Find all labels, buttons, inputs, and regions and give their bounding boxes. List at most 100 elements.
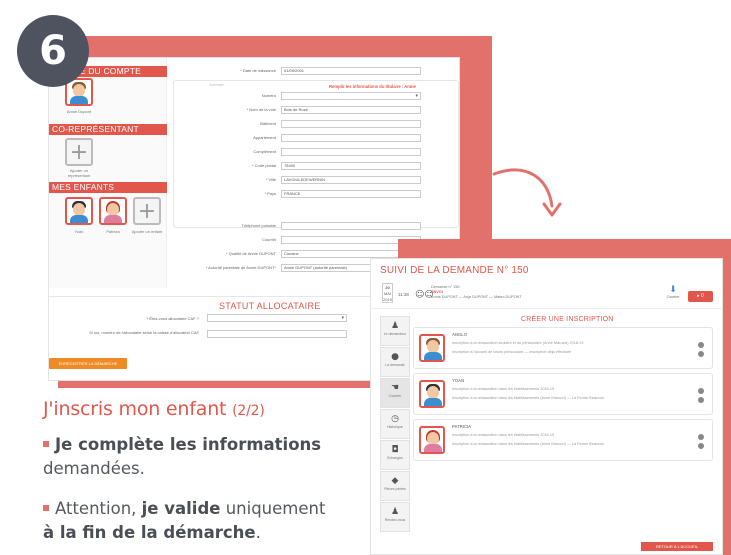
download-label: Courrier: [666, 295, 680, 299]
child-name: YOAN: [452, 378, 465, 383]
paperclip-icon: ◆: [391, 476, 399, 486]
birthdate-input[interactable]: 01/09/2001: [281, 67, 421, 75]
registration-status-dot: [698, 443, 704, 449]
tab-request[interactable]: ● La demande: [380, 347, 410, 377]
numero-select[interactable]: [281, 92, 421, 100]
avatar-body: [104, 215, 122, 223]
request-side-tabs: ♟ Le demandeur ● La demande ☚ Courrier ◷ His…: [380, 316, 410, 536]
form-row-birthdate: * Date de naissance 01/09/2001: [169, 67, 459, 75]
tab-label: Courrier: [388, 394, 402, 398]
add-child-button[interactable]: +: [133, 197, 161, 225]
section-co-representative: CO-REPRÉSENTANT: [49, 124, 167, 135]
registration-status-dot: [698, 434, 704, 440]
request-time: 11:38: [398, 292, 409, 297]
instruction-bullet-1: Je complète les informations demandées.: [43, 433, 363, 481]
tab-exchanges[interactable]: ◘ Échanges: [380, 440, 410, 470]
bullet-1-bold: Je complète les informations: [55, 435, 322, 454]
address-legend: Adresse: [209, 82, 224, 87]
avatar-body: [424, 444, 442, 452]
tab-mail[interactable]: ☚ Courrier: [380, 378, 410, 408]
registration-link[interactable]: Inscription à la restauration dans les é…: [452, 396, 604, 400]
plus-icon: +: [69, 139, 89, 165]
tab-appointments[interactable]: ♟ Rendez-vous: [380, 502, 410, 532]
field-label: Bâtiment: [260, 121, 276, 126]
tab-label: Historique: [387, 425, 403, 429]
complement-input[interactable]: [281, 148, 421, 156]
instruction-bullet-2: Attention, je valide uniquement à la fin…: [43, 497, 363, 545]
screenshot-request-tracking: SUIVI DE LA DEMANDE N° 150 20 MAI 2019 1…: [370, 258, 723, 555]
city-input[interactable]: LAVOIULEDEWERNIN: [281, 176, 421, 184]
tab-label: La demande: [385, 363, 405, 367]
child-avatar-yoan[interactable]: [65, 197, 93, 225]
form-row-numero: Numéro: [169, 92, 459, 100]
registration-link[interactable]: Inscription à la restauration dans les é…: [452, 387, 554, 391]
person-icon: ♟: [390, 507, 400, 517]
quality-label: * Qualité de Annie DUPONT: [225, 251, 276, 256]
save-request-button[interactable]: ENREGISTRER LA DÉMARCHE: [49, 358, 127, 369]
bullet-square-icon: [43, 504, 49, 511]
registration-link[interactable]: Inscription à la restauration scolaire e…: [452, 341, 583, 345]
child-card-anglo[interactable]: ANGLO Inscription à la restauration scol…: [413, 327, 713, 369]
registration-link[interactable]: Inscription à la restauration dans les é…: [452, 442, 604, 446]
caf-number-input[interactable]: [207, 330, 347, 338]
copy-holder-address-link[interactable]: Remplir les informations du titulaire : …: [329, 84, 416, 89]
tab-history[interactable]: ◷ Historique: [380, 409, 410, 439]
child-card-yoan[interactable]: YOAN Inscription à la restauration dans …: [413, 373, 713, 415]
request-header: 20 MAI 2019 11:38 ☺☺ Demande n° 150 ENVO…: [371, 279, 722, 309]
registration-link[interactable]: Inscription à la restauration dans les é…: [452, 433, 554, 437]
request-meta: Demande n° 150 ENVOI Annie DUPONT — Anja…: [431, 285, 522, 300]
account-sidebar: AIRE DU COMPTE Annie Dupont CO-REPRÉSENT…: [49, 58, 167, 288]
tab-applicant[interactable]: ♟ Le demandeur: [380, 316, 410, 346]
form-row-complement: Complément: [169, 148, 459, 156]
field-label: * Ville: [265, 177, 276, 182]
chat-icon: ●: [391, 352, 399, 362]
authority-label: * Autorité parentale de Annie DUPONT*: [205, 265, 276, 270]
field-label: * Code postal: [251, 163, 276, 168]
caf-number-label: Si oui, numéro de l'allocataire selon la…: [89, 330, 199, 335]
back-to-home-button[interactable]: RETOUR À L'ACCUEIL: [641, 542, 713, 551]
action-button[interactable]: ▸ 0: [688, 291, 713, 302]
child-name: ANGLO: [452, 332, 468, 337]
phone-input[interactable]: [281, 222, 421, 230]
bullet-2-bold-1: je valide: [141, 499, 221, 518]
apartment-input[interactable]: [281, 134, 421, 142]
add-representative-button[interactable]: +: [65, 138, 93, 166]
registration-link[interactable]: Inscription à l'accueil de loisirs péris…: [452, 350, 571, 354]
country-input[interactable]: FRANCE: [281, 190, 421, 198]
registration-status-dot: [698, 351, 704, 357]
building-input[interactable]: [281, 120, 421, 128]
tutorial-step: AIRE DU COMPTE Annie Dupont CO-REPRÉSENT…: [0, 0, 731, 555]
field-label: Appartement: [253, 135, 276, 140]
avatar-body: [70, 96, 88, 104]
form-row-batiment: Bâtiment: [169, 120, 459, 128]
account-holder-name: Annie Dupont: [66, 109, 92, 114]
postal-code-input[interactable]: 78490: [281, 162, 421, 170]
request-people: Annie DUPONT — Anja DUPONT — Mateo DUPON…: [431, 295, 522, 299]
street-input[interactable]: Bois de Rozé: [281, 106, 421, 114]
add-representative-label: Ajouter un représentant: [67, 168, 91, 178]
form-row-postal: * Code postal 78490: [169, 162, 459, 170]
download-button[interactable]: ⬇ Courrier: [666, 285, 680, 299]
bullet-2-mid: uniquement: [225, 499, 326, 518]
field-label: * Nom de la voie: [246, 107, 276, 112]
registration-status-dot: [698, 397, 704, 403]
field-label: Numéro: [261, 93, 276, 98]
tab-attachments[interactable]: ◆ Pièces jointes: [380, 471, 410, 501]
avatar-body: [70, 215, 88, 223]
plus-icon: +: [137, 198, 157, 224]
caf-select[interactable]: [207, 314, 347, 322]
child-name: PATRICIA: [452, 424, 472, 429]
bullet-2-end: .: [255, 523, 261, 542]
phone-label: Téléphone portable: [241, 223, 276, 228]
field-label: * Pays: [264, 191, 276, 196]
tab-label: Échanges: [387, 456, 403, 460]
child-card-patricia[interactable]: PATRICIA Inscription à la restauration d…: [413, 419, 713, 461]
registration-status-dot: [698, 342, 704, 348]
form-row-ville: * Ville LAVOIULEDEWERNIN: [169, 176, 459, 184]
clock-icon: ◷: [391, 414, 399, 424]
child-avatar-patricia[interactable]: [99, 197, 127, 225]
date-year: 2019: [383, 297, 392, 302]
person-icon: ♟: [390, 321, 400, 331]
birthdate-label: * Date de naissance: [240, 68, 276, 73]
caf-label: * Êtes-vous allocataire CAF ?: [146, 316, 199, 321]
